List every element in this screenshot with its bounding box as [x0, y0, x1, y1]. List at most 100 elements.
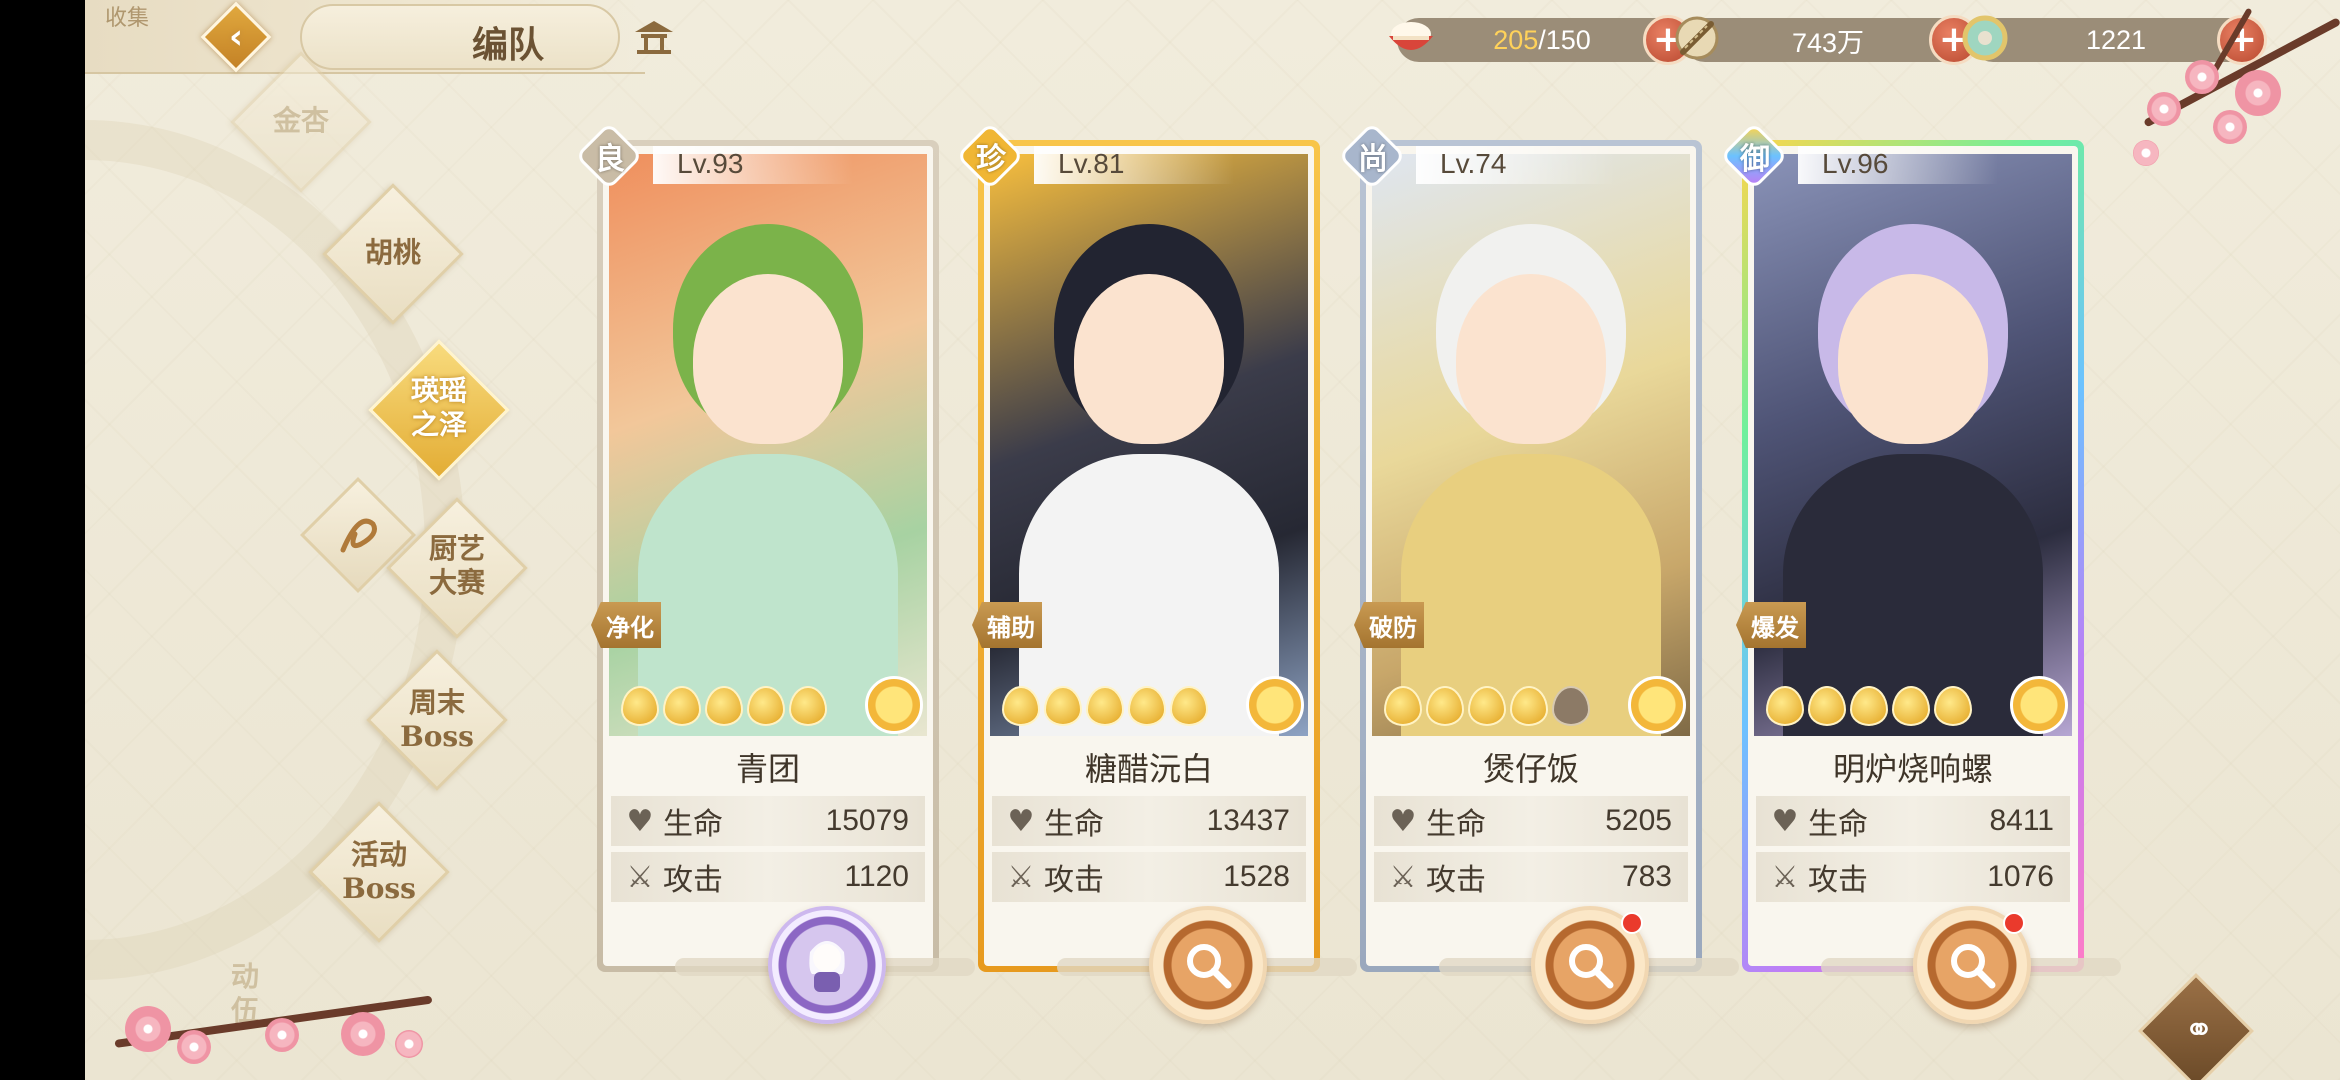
back-button[interactable]: ‹ [195, 1, 277, 73]
character-level: Lv.74 [1416, 146, 1616, 184]
attack-label: 攻击 [1808, 863, 1868, 898]
character-name: 糖醋沅白 [1084, 750, 1213, 788]
attack-row: ⚔ 攻击 783 [1374, 852, 1688, 902]
sword-icon: ⚔ [1389, 859, 1417, 895]
gem-counter: 1221 + [1962, 15, 2267, 65]
character-name: 煲仔饭 [1482, 750, 1579, 788]
menu-item-yingyao[interactable]: 瑛瑶 之泽 [369, 374, 509, 442]
star-icon [1510, 686, 1548, 726]
companion-avatar-button[interactable] [768, 906, 886, 1024]
star-icon [1766, 686, 1804, 726]
page-title: 编队 [472, 24, 545, 66]
hp-row: ♥ 生命 8411 [1756, 796, 2070, 846]
character-name: 明炉烧响螺 [1832, 750, 1993, 788]
star-icon [1468, 686, 1506, 726]
star-icon [1850, 686, 1888, 726]
swap-icon: ⚭ [2183, 1010, 2215, 1051]
hp-row: ♥ 生命 5205 [1374, 796, 1688, 846]
character-card-2[interactable]: Lv.81 糖醋沅白 ♥ 生命 13437 ⚔ 攻击 1528 珍 辅助 [956, 122, 1320, 972]
role-tag: 破防 [1354, 602, 1424, 648]
star-rating [621, 686, 827, 726]
star-icon [747, 686, 785, 726]
attack-value: 783 [1621, 860, 1672, 893]
attack-value: 1528 [1223, 860, 1290, 893]
character-portrait [990, 154, 1308, 736]
character-level: Lv.96 [1798, 146, 1998, 184]
rarity-badge: 尚 [1338, 122, 1406, 190]
star-icon [1170, 686, 1208, 726]
search-utensil-button[interactable] [1913, 906, 2031, 1024]
star-icon [1086, 686, 1124, 726]
star-icon [663, 686, 701, 726]
star-icon [1044, 686, 1082, 726]
character-level: Lv.93 [653, 146, 853, 184]
hp-value: 8411 [1989, 804, 2054, 837]
title-pill: 编队 [300, 4, 620, 70]
star-icon [789, 686, 827, 726]
character-portrait [1754, 154, 2072, 736]
star-icon [1384, 686, 1422, 726]
menu-item-event-boss[interactable]: 活动 Boss [309, 838, 449, 906]
hp-label: 生命 [1808, 807, 1868, 842]
back-arrow-icon: ‹ [228, 17, 243, 57]
star-rating [1766, 686, 1972, 726]
coin-string-icon [1675, 16, 1719, 60]
flower-badge-icon [865, 676, 923, 734]
rarity-badge: 良 [575, 122, 643, 190]
star-icon [1808, 686, 1846, 726]
star-empty-icon [1552, 686, 1590, 726]
hp-label: 生命 [663, 807, 723, 842]
character-card-3[interactable]: Lv.74 煲仔饭 ♥ 生命 5205 ⚔ 攻击 783 尚 破防 [1338, 122, 1702, 972]
companion-avatar-icon [809, 941, 845, 992]
formation-screen: 收集 编队 ‹ 205/150 + 743万 + 1221 + 金杏 胡桃 瑛瑶… [85, 0, 2340, 1080]
character-portrait [1372, 154, 1690, 736]
star-icon [1426, 686, 1464, 726]
character-card-4[interactable]: Lv.96 明炉烧响螺 ♥ 生命 8411 ⚔ 攻击 1076 御 爆发 [1720, 122, 2084, 972]
hp-row: ♥ 生命 13437 [992, 796, 1306, 846]
attack-row: ⚔ 攻击 1528 [992, 852, 1306, 902]
star-icon [621, 686, 659, 726]
coin-counter: 743万 + [1675, 15, 1979, 65]
star-icon [1934, 686, 1972, 726]
star-rating [1002, 686, 1208, 726]
menu-item-jinxing[interactable]: 金杏 [231, 104, 371, 138]
flower-badge-icon [1628, 676, 1686, 734]
heart-icon: ♥ [1771, 803, 1799, 839]
menu-item-weekend-boss[interactable]: 周末 Boss [367, 686, 507, 754]
corner-text: 收集 [105, 6, 150, 31]
stamina-max: /150 [1538, 24, 1591, 55]
sword-icon: ⚔ [1007, 859, 1035, 895]
search-utensil-button[interactable] [1531, 906, 1649, 1024]
role-tag: 辅助 [972, 602, 1042, 648]
character-name: 青团 [735, 750, 800, 788]
search-utensil-button[interactable] [1149, 906, 1267, 1024]
spiral-emblem-icon[interactable] [325, 504, 391, 566]
hp-label: 生命 [1426, 807, 1486, 842]
heart-icon: ♥ [626, 803, 654, 839]
attack-label: 攻击 [1044, 863, 1104, 898]
top-bar: 收集 编队 ‹ [85, 0, 673, 74]
character-card-1[interactable]: Lv.93 青团 ♥ 生命 15079 ⚔ 攻击 1120 良 净化 [575, 122, 939, 972]
attack-row: ⚔ 攻击 1076 [1756, 852, 2070, 902]
attack-label: 攻击 [1426, 863, 1486, 898]
rarity-badge: 珍 [956, 122, 1024, 190]
hp-value: 5205 [1605, 804, 1672, 837]
coin-value: 743万 [1791, 27, 1865, 58]
heart-icon: ♥ [1007, 803, 1035, 839]
role-tag: 爆发 [1736, 602, 1806, 648]
star-icon [1128, 686, 1166, 726]
attack-row: ⚔ 攻击 1120 [611, 852, 925, 902]
menu-item-hutao[interactable]: 胡桃 [323, 236, 463, 270]
gem-value: 1221 [2085, 24, 2147, 55]
menu-item-cooking-contest[interactable]: 厨艺 大赛 [387, 532, 527, 600]
hp-value: 15079 [825, 804, 909, 837]
star-icon [1002, 686, 1040, 726]
pavilion-icon[interactable] [633, 18, 675, 56]
flower-badge-icon [1246, 676, 1304, 734]
notification-dot [1621, 912, 1643, 934]
sword-icon: ⚔ [1771, 859, 1799, 895]
flower-badge-icon [2010, 676, 2068, 734]
sword-icon: ⚔ [626, 859, 654, 895]
rarity-badge: 御 [1720, 122, 1788, 190]
hp-label: 生命 [1044, 807, 1104, 842]
